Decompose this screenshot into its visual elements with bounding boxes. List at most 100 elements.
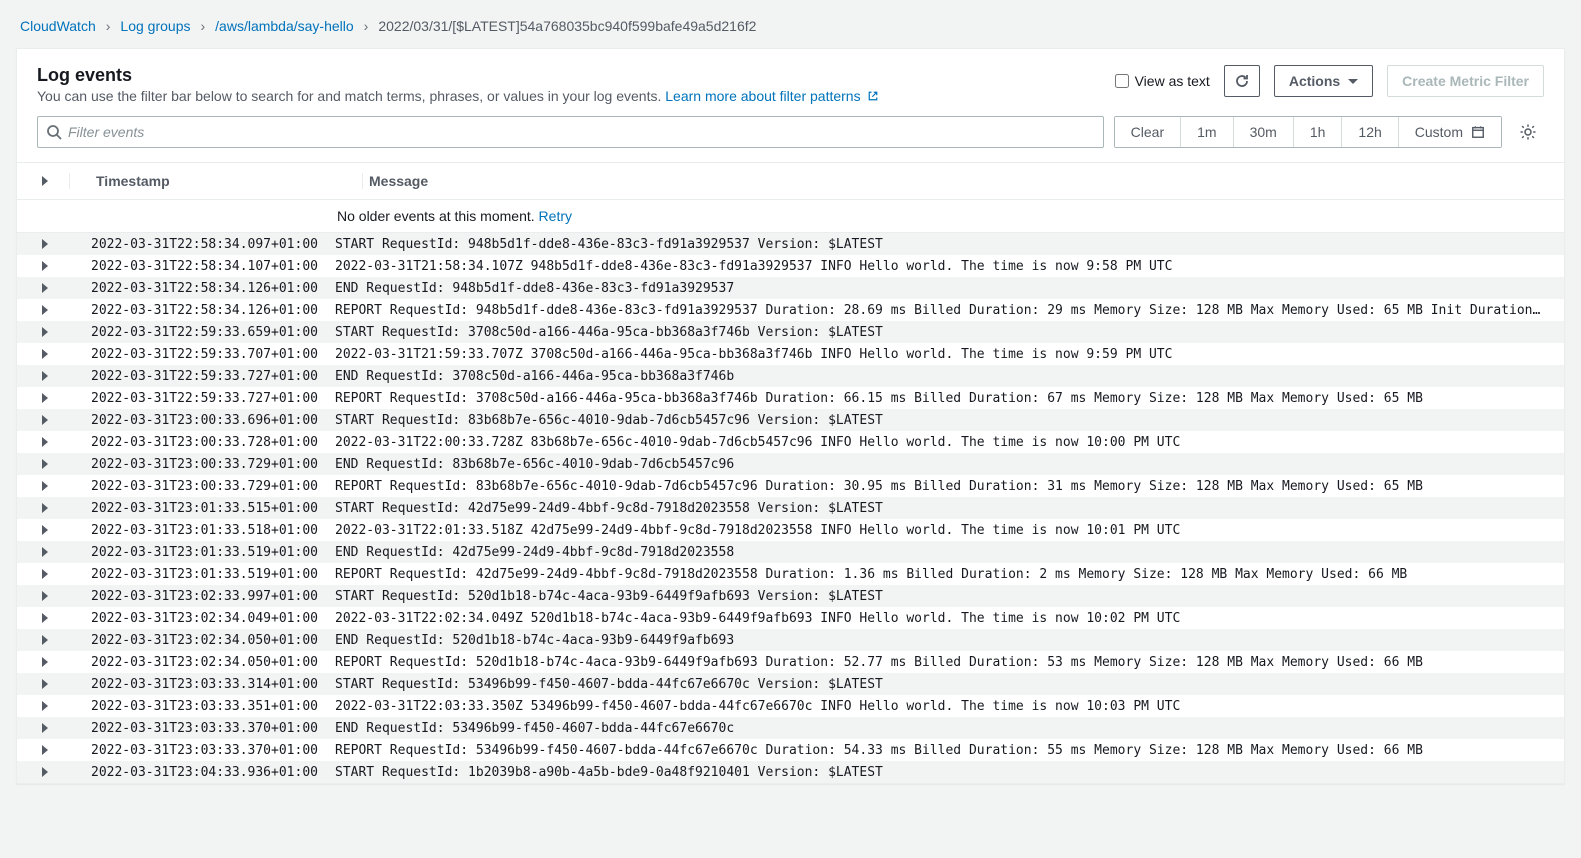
log-row[interactable]: 2022-03-31T22:59:33.659+01:00START Reque…	[17, 321, 1564, 343]
log-row[interactable]: 2022-03-31T22:58:34.107+01:002022-03-31T…	[17, 255, 1564, 277]
time-12h-button[interactable]: 12h	[1342, 117, 1398, 147]
log-timestamp: 2022-03-31T23:04:33.936+01:00	[91, 765, 335, 780]
search-input-wrap[interactable]	[37, 116, 1104, 148]
log-row[interactable]: 2022-03-31T22:58:34.126+01:00END Request…	[17, 277, 1564, 299]
log-row[interactable]: 2022-03-31T22:59:33.727+01:00END Request…	[17, 365, 1564, 387]
log-message: END RequestId: 42d75e99-24d9-4bbf-9c8d-7…	[335, 545, 1544, 560]
expand-row-icon[interactable]	[42, 547, 48, 557]
time-1m-button[interactable]: 1m	[1181, 117, 1233, 147]
log-row[interactable]: 2022-03-31T22:59:33.707+01:002022-03-31T…	[17, 343, 1564, 365]
log-row[interactable]: 2022-03-31T23:02:34.050+01:00END Request…	[17, 629, 1564, 651]
log-timestamp: 2022-03-31T23:00:33.728+01:00	[91, 435, 335, 450]
time-clear-button[interactable]: Clear	[1115, 117, 1181, 147]
log-row[interactable]: 2022-03-31T22:58:34.097+01:00START Reque…	[17, 233, 1564, 255]
breadcrumb-cloudwatch[interactable]: CloudWatch	[20, 18, 96, 34]
log-timestamp: 2022-03-31T23:02:33.997+01:00	[91, 589, 335, 604]
expand-row-icon[interactable]	[42, 591, 48, 601]
breadcrumb-log-groups[interactable]: Log groups	[120, 18, 190, 34]
expand-row-icon[interactable]	[42, 503, 48, 513]
log-row[interactable]: 2022-03-31T23:04:33.936+01:00START Reque…	[17, 761, 1564, 783]
log-row[interactable]: 2022-03-31T23:00:33.729+01:00END Request…	[17, 453, 1564, 475]
log-row[interactable]: 2022-03-31T23:01:33.519+01:00END Request…	[17, 541, 1564, 563]
retry-link[interactable]: Retry	[539, 208, 572, 224]
expand-row-icon[interactable]	[42, 745, 48, 755]
time-30m-button[interactable]: 30m	[1234, 117, 1294, 147]
log-message: START RequestId: 42d75e99-24d9-4bbf-9c8d…	[335, 501, 1544, 516]
log-message: REPORT RequestId: 42d75e99-24d9-4bbf-9c8…	[335, 567, 1544, 582]
expand-row-icon[interactable]	[42, 437, 48, 447]
expand-row-icon[interactable]	[42, 305, 48, 315]
expand-row-icon[interactable]	[42, 371, 48, 381]
expand-row-icon[interactable]	[42, 327, 48, 337]
log-row[interactable]: 2022-03-31T23:01:33.518+01:002022-03-31T…	[17, 519, 1564, 541]
expand-row-icon[interactable]	[42, 657, 48, 667]
expand-row-icon[interactable]	[42, 723, 48, 733]
expand-row-icon[interactable]	[42, 767, 48, 777]
view-as-text-toggle[interactable]: View as text	[1115, 73, 1210, 89]
log-row[interactable]: 2022-03-31T23:02:34.050+01:00REPORT Requ…	[17, 651, 1564, 673]
expand-row-icon[interactable]	[42, 569, 48, 579]
expand-row-icon[interactable]	[42, 349, 48, 359]
log-row[interactable]: 2022-03-31T23:03:33.370+01:00END Request…	[17, 717, 1564, 739]
expand-row-icon[interactable]	[42, 415, 48, 425]
col-message-header[interactable]: Message	[369, 173, 1544, 189]
log-message: END RequestId: 948b5d1f-dde8-436e-83c3-f…	[335, 281, 1544, 296]
log-row[interactable]: 2022-03-31T23:00:33.729+01:00REPORT Requ…	[17, 475, 1564, 497]
expand-row-icon[interactable]	[42, 459, 48, 469]
learn-more-link[interactable]: Learn more about filter patterns	[665, 88, 878, 104]
expand-row-icon[interactable]	[42, 525, 48, 535]
expand-row-icon[interactable]	[42, 283, 48, 293]
expand-row-icon[interactable]	[42, 613, 48, 623]
expand-row-icon[interactable]	[42, 679, 48, 689]
log-message: REPORT RequestId: 948b5d1f-dde8-436e-83c…	[335, 303, 1544, 318]
log-message: 2022-03-31T22:03:33.350Z 53496b99-f450-4…	[335, 699, 1544, 714]
log-timestamp: 2022-03-31T22:59:33.659+01:00	[91, 325, 335, 340]
log-message: START RequestId: 520d1b18-b74c-4aca-93b9…	[335, 589, 1544, 604]
view-as-text-checkbox[interactable]	[1115, 74, 1129, 88]
expand-row-icon[interactable]	[42, 261, 48, 271]
log-row[interactable]: 2022-03-31T23:00:33.696+01:00START Reque…	[17, 409, 1564, 431]
log-timestamp: 2022-03-31T23:00:33.696+01:00	[91, 413, 335, 428]
log-row[interactable]: 2022-03-31T22:59:33.727+01:00REPORT Requ…	[17, 387, 1564, 409]
log-message: REPORT RequestId: 520d1b18-b74c-4aca-93b…	[335, 655, 1544, 670]
log-timestamp: 2022-03-31T23:03:33.351+01:00	[91, 699, 335, 714]
expand-row-icon[interactable]	[42, 481, 48, 491]
time-1h-button[interactable]: 1h	[1294, 117, 1343, 147]
search-input[interactable]	[62, 124, 1095, 140]
log-timestamp: 2022-03-31T23:02:34.049+01:00	[91, 611, 335, 626]
time-custom-button[interactable]: Custom	[1399, 117, 1501, 147]
create-metric-filter-button[interactable]: Create Metric Filter	[1387, 65, 1544, 97]
log-message: START RequestId: 3708c50d-a166-446a-95ca…	[335, 325, 1544, 340]
expand-row-icon[interactable]	[42, 635, 48, 645]
col-timestamp-header[interactable]: Timestamp	[76, 173, 356, 189]
log-row[interactable]: 2022-03-31T23:02:34.049+01:002022-03-31T…	[17, 607, 1564, 629]
log-row[interactable]: 2022-03-31T23:00:33.728+01:002022-03-31T…	[17, 431, 1564, 453]
log-row[interactable]: 2022-03-31T22:58:34.126+01:00REPORT Requ…	[17, 299, 1564, 321]
refresh-button[interactable]	[1224, 65, 1260, 97]
logs-table-body: 2022-03-31T22:58:34.097+01:00START Reque…	[17, 233, 1564, 783]
chevron-down-icon	[1348, 79, 1358, 84]
page-subtitle: You can use the filter bar below to sear…	[37, 88, 879, 104]
calendar-icon	[1471, 125, 1485, 139]
settings-button[interactable]	[1512, 116, 1544, 148]
gear-icon	[1519, 123, 1537, 141]
actions-button[interactable]: Actions	[1274, 65, 1373, 97]
log-message: 2022-03-31T22:02:34.049Z 520d1b18-b74c-4…	[335, 611, 1544, 626]
expand-row-icon[interactable]	[42, 393, 48, 403]
breadcrumb-log-group-name[interactable]: /aws/lambda/say-hello	[215, 18, 354, 34]
log-message: REPORT RequestId: 53496b99-f450-4607-bdd…	[335, 743, 1544, 758]
log-row[interactable]: 2022-03-31T23:03:33.351+01:002022-03-31T…	[17, 695, 1564, 717]
log-message: REPORT RequestId: 3708c50d-a166-446a-95c…	[335, 391, 1544, 406]
log-timestamp: 2022-03-31T23:01:33.518+01:00	[91, 523, 335, 538]
log-row[interactable]: 2022-03-31T23:03:33.370+01:00REPORT Requ…	[17, 739, 1564, 761]
expand-all-icon[interactable]	[42, 176, 48, 186]
log-row[interactable]: 2022-03-31T23:02:33.997+01:00START Reque…	[17, 585, 1564, 607]
expand-row-icon[interactable]	[42, 701, 48, 711]
log-timestamp: 2022-03-31T23:01:33.515+01:00	[91, 501, 335, 516]
log-row[interactable]: 2022-03-31T23:01:33.519+01:00REPORT Requ…	[17, 563, 1564, 585]
log-row[interactable]: 2022-03-31T23:03:33.314+01:00START Reque…	[17, 673, 1564, 695]
log-row[interactable]: 2022-03-31T23:01:33.515+01:00START Reque…	[17, 497, 1564, 519]
expand-row-icon[interactable]	[42, 239, 48, 249]
log-message: END RequestId: 520d1b18-b74c-4aca-93b9-6…	[335, 633, 1544, 648]
log-timestamp: 2022-03-31T23:03:33.370+01:00	[91, 743, 335, 758]
